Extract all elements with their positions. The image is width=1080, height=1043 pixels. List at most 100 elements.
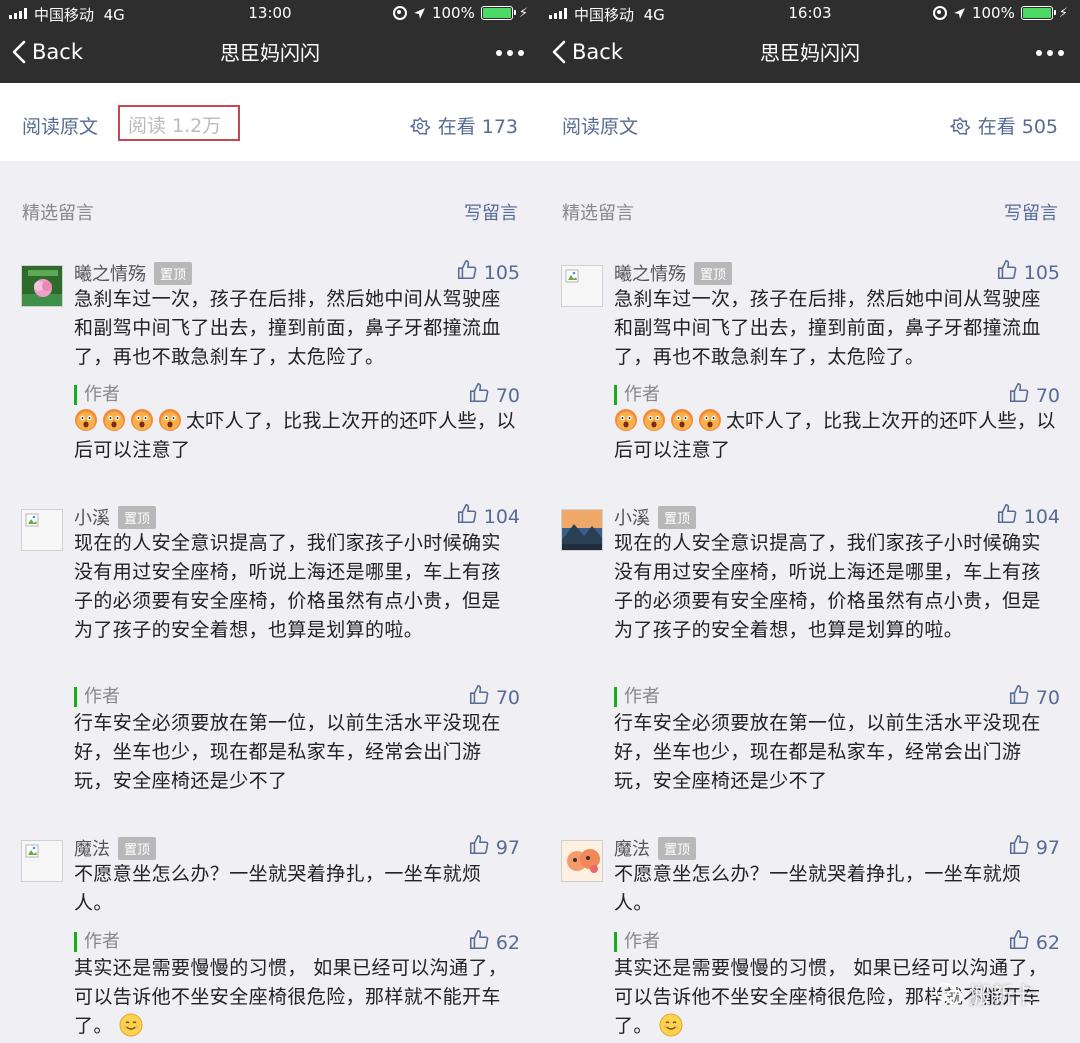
pinned-badge: 置顶 bbox=[118, 836, 157, 860]
landscape-avatar[interactable] bbox=[561, 509, 603, 551]
reply-like-count: 62 bbox=[495, 931, 520, 954]
reply-like-button[interactable]: 70 bbox=[468, 684, 520, 711]
comment-text: 急刹车过一次，孩子在后排，然后她中间从驾驶座和副驾中间飞了出去，撞到前面，鼻子牙… bbox=[614, 288, 1041, 368]
scared-face-icon bbox=[131, 409, 153, 431]
author-reply-label: 作者 bbox=[74, 385, 120, 405]
write-comment-button[interactable]: 写留言 bbox=[1004, 199, 1058, 225]
comment-like-button[interactable]: 104 bbox=[996, 503, 1060, 530]
comment-author: 曦之情殇 置顶 bbox=[74, 260, 193, 286]
read-bar: 阅读原文阅读 3.0万在看 505 bbox=[540, 83, 1080, 161]
reply-like-count: 70 bbox=[1035, 384, 1060, 407]
author-reply-text: 行车安全必须要放在第一位，以前生活水平没现在好，坐车也少，现在都是私家车，经常会… bbox=[74, 712, 501, 792]
scared-face-icon bbox=[159, 409, 181, 431]
thumbs-up-icon bbox=[996, 503, 1018, 530]
comment-text: 不愿意坐怎么办？一坐就哭着挣扎，一坐车就烦人。 bbox=[614, 863, 1022, 914]
comment-text: 现在的人安全意识提高了，我们家孩子小时候确实没有用过安全座椅，听说上海还是哪里，… bbox=[614, 532, 1041, 641]
reply-like-count: 70 bbox=[495, 686, 520, 709]
more-menu-icon[interactable] bbox=[496, 50, 524, 56]
broken-image-avatar[interactable] bbox=[21, 509, 63, 551]
read-original-link[interactable]: 阅读原文 bbox=[562, 112, 638, 139]
thumbs-up-icon bbox=[456, 503, 478, 530]
scared-face-icon bbox=[671, 409, 693, 431]
thumbs-up-icon bbox=[468, 834, 490, 861]
zaikan-flower-icon bbox=[949, 116, 970, 135]
pinned-badge: 置顶 bbox=[694, 261, 733, 285]
thumbs-up-icon bbox=[1008, 382, 1030, 409]
read-count-highlight: 阅读 1.2万 bbox=[118, 105, 240, 141]
broken-image-avatar[interactable] bbox=[21, 840, 63, 882]
status-bar: 中国移动 4G 13:00 100% ⚡ bbox=[0, 0, 540, 26]
comment-author: 小溪 置顶 bbox=[74, 504, 157, 530]
reply-like-button[interactable]: 62 bbox=[468, 929, 520, 956]
more-menu-icon[interactable] bbox=[1036, 50, 1064, 56]
location-arrow-icon bbox=[413, 7, 426, 20]
nav-bar: Back 思臣妈闪闪 bbox=[0, 26, 540, 83]
like-count: 97 bbox=[495, 836, 520, 859]
comment-author: 小溪 置顶 bbox=[614, 504, 697, 530]
zaikan-button[interactable]: 在看 505 bbox=[949, 112, 1058, 139]
charging-bolt-icon: ⚡ bbox=[1058, 5, 1068, 21]
comment-like-button[interactable]: 105 bbox=[456, 259, 520, 286]
author-reply-text: 太吓人了，比我上次开的还吓人些，以后可以注意了 bbox=[614, 409, 1056, 461]
pinned-badge: 置顶 bbox=[658, 836, 697, 860]
nickname: 魔法 bbox=[74, 839, 110, 860]
zaikan-flower-icon bbox=[409, 116, 430, 135]
author-reply-text: 其实还是需要慢慢的习惯， 如果已经可以沟通了，可以告诉他不坐安全座椅很危险，那样… bbox=[74, 957, 508, 1037]
write-comment-button[interactable]: 写留言 bbox=[464, 199, 518, 225]
wechat-icon bbox=[934, 983, 963, 1005]
thumbs-up-icon bbox=[468, 684, 490, 711]
nickname: 小溪 bbox=[74, 508, 110, 529]
comment-like-button[interactable]: 104 bbox=[456, 503, 520, 530]
comment-author: 曦之情殇 置顶 bbox=[614, 260, 733, 286]
broken-image-avatar[interactable] bbox=[561, 265, 603, 307]
pinned-badge: 置顶 bbox=[658, 505, 697, 529]
comment-like-button[interactable]: 97 bbox=[468, 834, 520, 861]
comment-author: 魔法 置顶 bbox=[614, 835, 697, 861]
status-bar: 中国移动 4G 16:03 100% ⚡ bbox=[540, 0, 1080, 26]
thumbs-up-icon bbox=[468, 382, 490, 409]
comment-text: 急刹车过一次，孩子在后排，然后她中间从驾驶座和副驾中间飞了出去，撞到前面，鼻子牙… bbox=[74, 288, 501, 368]
featured-comments-label: 精选留言 bbox=[562, 203, 634, 224]
comment-text: 现在的人安全意识提高了，我们家孩子小时候确实没有用过安全座椅，听说上海还是哪里，… bbox=[74, 532, 501, 641]
like-count: 104 bbox=[483, 505, 520, 528]
reply-like-button[interactable]: 70 bbox=[468, 382, 520, 409]
phone-screenshot-1: 中国移动 4G 13:00 100% ⚡ Back 思臣妈闪闪 阅读原文 阅读 1.2万 在看 … bbox=[0, 0, 540, 1043]
comment-like-button[interactable]: 105 bbox=[996, 259, 1060, 286]
read-bar: 阅读原文 阅读 1.2万 在看 173 bbox=[0, 83, 540, 161]
battery-percent: 100% bbox=[971, 4, 1015, 22]
charging-bolt-icon: ⚡ bbox=[518, 5, 528, 21]
battery-percent: 100% bbox=[431, 4, 475, 22]
read-original-link[interactable]: 阅读原文 bbox=[22, 112, 98, 139]
thumbs-up-icon bbox=[996, 259, 1018, 286]
nickname: 小溪 bbox=[614, 508, 650, 529]
battery-icon bbox=[1020, 6, 1056, 20]
like-count: 104 bbox=[1023, 505, 1060, 528]
page-title: 思臣妈闪闪 bbox=[220, 41, 320, 65]
scared-face-icon bbox=[103, 409, 125, 431]
author-reply-label: 作者 bbox=[74, 687, 120, 707]
like-count: 105 bbox=[1023, 261, 1060, 284]
reply-like-button[interactable]: 70 bbox=[1008, 382, 1060, 409]
comment-text: 不愿意坐怎么办？一坐就哭着挣扎，一坐车就烦人。 bbox=[74, 863, 482, 914]
thumbs-up-icon bbox=[456, 259, 478, 286]
cartoon-avatar[interactable] bbox=[561, 840, 603, 882]
like-count: 97 bbox=[1035, 836, 1060, 859]
reply-like-button[interactable]: 62 bbox=[1008, 929, 1060, 956]
nickname: 魔法 bbox=[614, 839, 650, 860]
nickname: 曦之情殇 bbox=[74, 264, 146, 285]
reply-like-button[interactable]: 70 bbox=[1008, 684, 1060, 711]
comment-like-button[interactable]: 97 bbox=[1008, 834, 1060, 861]
battery-icon bbox=[480, 6, 516, 20]
thumbs-up-icon bbox=[1008, 834, 1030, 861]
scared-face-icon bbox=[699, 409, 721, 431]
thumbs-up-icon bbox=[1008, 929, 1030, 956]
zaikan-button[interactable]: 在看 173 bbox=[409, 112, 518, 139]
author-reply-label: 作者 bbox=[614, 932, 660, 952]
lotus-avatar[interactable] bbox=[21, 265, 63, 307]
watermark: 搬新卡 bbox=[934, 978, 1035, 1010]
featured-comments-label: 精选留言 bbox=[22, 203, 94, 224]
comment-author: 魔法 置顶 bbox=[74, 835, 157, 861]
thumbs-up-icon bbox=[1008, 684, 1030, 711]
thumbs-up-icon bbox=[468, 929, 490, 956]
author-reply-text: 行车安全必须要放在第一位，以前生活水平没现在好，坐车也少，现在都是私家车，经常会… bbox=[614, 712, 1041, 792]
